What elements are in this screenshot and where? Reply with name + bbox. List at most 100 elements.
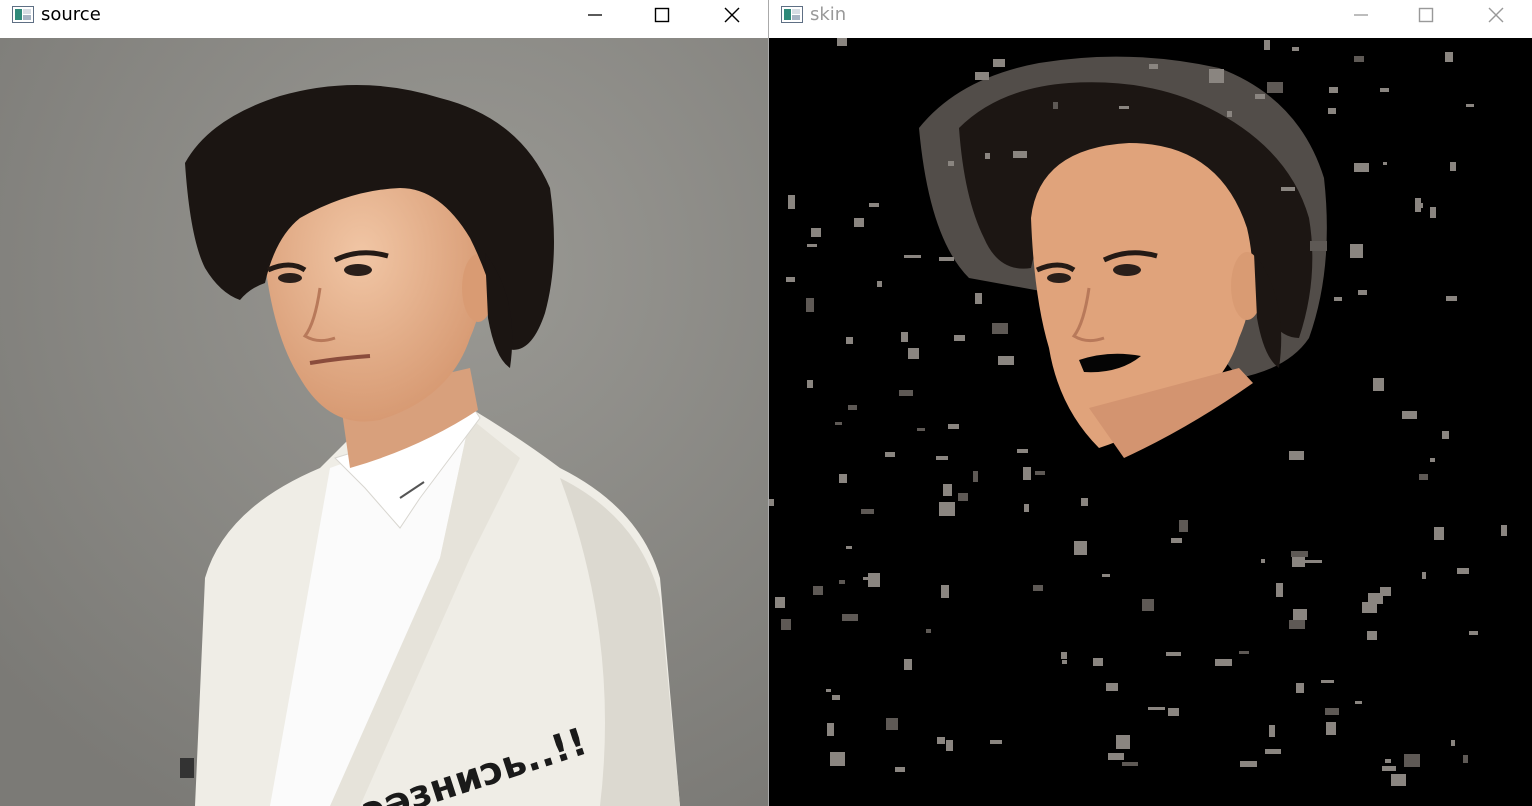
noise-speck xyxy=(835,422,842,425)
source-image: ɐɔǝзниɔь..!! xyxy=(0,38,768,806)
close-button[interactable] xyxy=(709,0,755,30)
noise-speck xyxy=(1404,754,1420,767)
source-titlebar[interactable]: source xyxy=(0,0,768,30)
noise-speck xyxy=(936,456,948,460)
noise-speck xyxy=(806,298,814,312)
minimize-button[interactable] xyxy=(572,0,618,30)
noise-speck xyxy=(1265,749,1281,754)
noise-speck xyxy=(1116,735,1130,749)
app-image-icon xyxy=(12,6,34,23)
noise-speck xyxy=(811,228,821,237)
noise-speck xyxy=(868,573,880,587)
noise-speck xyxy=(1434,527,1444,540)
noise-speck xyxy=(937,737,945,744)
noise-speck xyxy=(975,72,989,80)
noise-speck xyxy=(1463,755,1468,763)
source-window[interactable]: source ɐɔǝзниɔь..!! xyxy=(0,0,768,806)
noise-speck xyxy=(886,718,898,730)
close-button[interactable] xyxy=(1473,0,1519,30)
noise-speck xyxy=(1373,378,1384,391)
noise-speck xyxy=(1102,574,1110,577)
noise-speck xyxy=(1239,651,1249,654)
skin-image xyxy=(769,38,1532,806)
noise-speck xyxy=(1289,451,1304,460)
noise-speck xyxy=(1419,474,1428,480)
noise-speck xyxy=(1321,680,1334,683)
noise-speck xyxy=(1024,504,1029,512)
noise-speck xyxy=(1093,658,1103,666)
noise-speck xyxy=(1328,108,1336,114)
noise-speck xyxy=(943,484,952,496)
window-title: source xyxy=(41,4,101,25)
noise-speck xyxy=(839,474,847,483)
noise-speck xyxy=(832,695,840,700)
noise-speck xyxy=(954,335,965,341)
noise-speck xyxy=(1445,52,1453,62)
noise-speck xyxy=(1385,759,1391,763)
noise-speck xyxy=(901,332,908,342)
noise-speck xyxy=(948,424,959,429)
maximize-button[interactable] xyxy=(1403,0,1449,30)
minimize-icon xyxy=(1354,14,1368,16)
noise-speck xyxy=(1329,87,1338,93)
maximize-icon xyxy=(1418,7,1434,23)
noise-speck xyxy=(830,752,845,766)
noise-speck xyxy=(1383,162,1387,165)
noise-speck xyxy=(1430,458,1435,462)
noise-speck xyxy=(807,244,817,247)
noise-speck xyxy=(775,597,785,608)
noise-speck xyxy=(926,629,931,633)
noise-speck xyxy=(1013,151,1027,158)
noise-speck xyxy=(917,428,925,431)
noise-speck xyxy=(985,153,990,159)
noise-speck xyxy=(846,337,853,344)
noise-speck xyxy=(786,277,795,282)
noise-speck xyxy=(948,161,954,166)
noise-speck xyxy=(975,293,982,304)
noise-speck xyxy=(1350,244,1363,258)
noise-speck xyxy=(1355,701,1362,704)
maximize-button[interactable] xyxy=(639,0,685,30)
noise-speck xyxy=(941,585,949,598)
noise-speck xyxy=(1305,560,1322,563)
noise-speck xyxy=(1281,187,1295,191)
noise-speck xyxy=(1326,722,1336,735)
noise-speck xyxy=(1053,102,1058,109)
noise-speck xyxy=(1061,652,1067,659)
noise-speck xyxy=(1023,467,1031,480)
noise-speck xyxy=(781,619,791,630)
noise-speck xyxy=(1382,766,1396,771)
noise-speck xyxy=(1269,725,1275,737)
noise-speck xyxy=(1325,708,1339,715)
close-icon xyxy=(724,7,740,23)
noise-speck xyxy=(946,740,953,751)
noise-speck xyxy=(1402,411,1417,419)
noise-speck xyxy=(769,499,774,506)
noise-speck xyxy=(1466,104,1474,107)
noise-speck xyxy=(1442,431,1449,439)
right-eye xyxy=(344,264,372,276)
minimize-icon xyxy=(588,14,602,16)
minimize-button[interactable] xyxy=(1338,0,1384,30)
noise-speck xyxy=(826,689,831,692)
noise-speck xyxy=(895,767,905,772)
noise-speck xyxy=(1255,94,1265,99)
noise-speck xyxy=(1149,64,1158,69)
noise-speck xyxy=(861,509,874,514)
noise-speck xyxy=(1291,551,1308,557)
skin-titlebar[interactable]: skin xyxy=(769,0,1532,30)
noise-speck xyxy=(842,614,858,621)
noise-speck xyxy=(1362,602,1377,613)
noise-speck xyxy=(1148,707,1165,710)
noise-speck xyxy=(1422,572,1426,579)
noise-speck xyxy=(1446,296,1457,301)
skin-window[interactable]: skin xyxy=(769,0,1532,806)
noise-speck xyxy=(1450,162,1456,171)
noise-speck xyxy=(1380,88,1389,92)
noise-speck xyxy=(998,356,1014,365)
noise-speck xyxy=(885,452,895,457)
close-icon xyxy=(1488,7,1504,23)
noise-speck xyxy=(1289,620,1305,629)
noise-speck xyxy=(990,740,1002,744)
left-eye xyxy=(1047,273,1071,283)
